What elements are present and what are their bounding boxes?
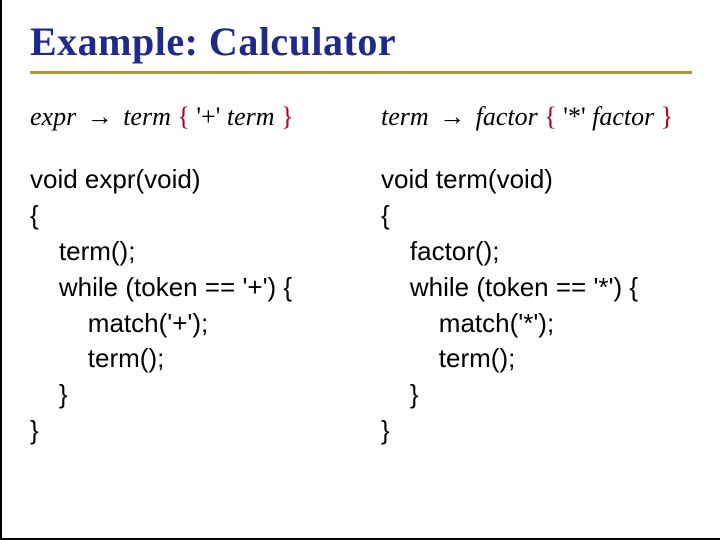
rule-literal: '+' [196, 102, 220, 131]
rule-rhs-factor-repeat: factor [592, 102, 654, 131]
content-area: expr → term { '+' term } void expr(void)… [30, 102, 692, 449]
close-brace: } [281, 102, 293, 131]
grammar-rule-expr: expr → term { '+' term } [30, 102, 341, 132]
rule-rhs-factor: factor [476, 102, 538, 131]
rule-literal: '*' [563, 102, 585, 131]
rule-rhs-term: term [123, 102, 171, 131]
arrow-icon: → [87, 102, 113, 132]
code-block-expr: void expr(void) { term(); while (token =… [30, 162, 341, 449]
left-column: expr → term { '+' term } void expr(void)… [30, 102, 341, 449]
open-brace: { [544, 102, 556, 131]
close-brace: } [661, 102, 673, 131]
grammar-rule-term: term → factor { '*' factor } [381, 102, 692, 132]
right-column: term → factor { '*' factor } void term(v… [381, 102, 692, 449]
code-block-term: void term(void) { factor(); while (token… [381, 162, 692, 449]
slide: Example: Calculator expr → term { '+' te… [0, 0, 720, 540]
rule-lhs: term [381, 102, 429, 131]
open-brace: { [177, 102, 189, 131]
arrow-icon: → [439, 102, 465, 132]
rule-rhs-term-repeat: term [227, 102, 275, 131]
slide-title: Example: Calculator [30, 18, 692, 74]
rule-lhs: expr [30, 102, 76, 131]
